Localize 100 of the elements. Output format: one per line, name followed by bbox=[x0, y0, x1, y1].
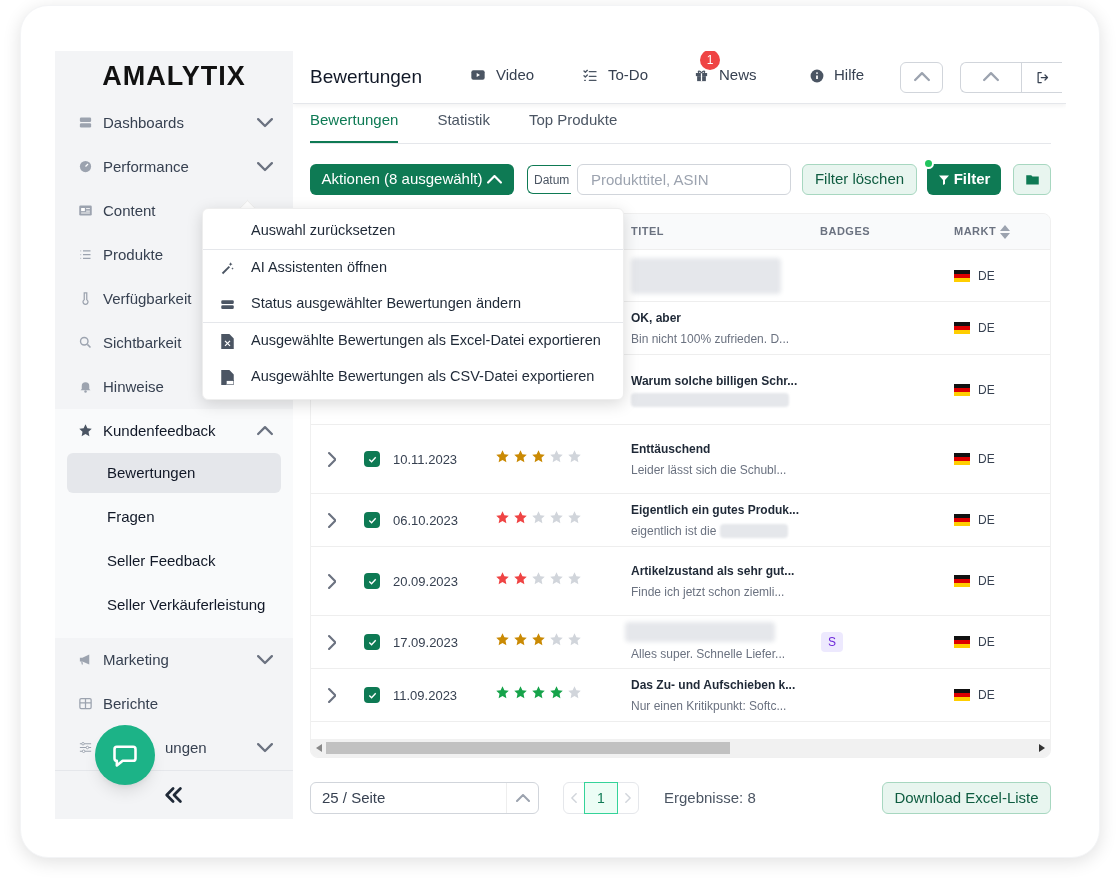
sidebar-subitem[interactable]: Fragen bbox=[67, 496, 281, 537]
sidebar-subitem[interactable]: Seller Verkäuferleistung bbox=[67, 584, 281, 625]
expand-icon bbox=[327, 573, 337, 589]
chevron-icon bbox=[983, 72, 999, 82]
sidebar-item[interactable]: Dashboards bbox=[55, 100, 293, 145]
horizontal-scrollbar[interactable] bbox=[311, 739, 1050, 757]
star-icon bbox=[78, 423, 93, 439]
id-card-icon bbox=[78, 203, 93, 219]
market-cell-text: DE bbox=[978, 687, 995, 704]
nav-link[interactable]: To-Do bbox=[582, 63, 648, 87]
table-row[interactable]: 17.09.2023 Alles super. Schnelle Liefer... S DE bbox=[311, 616, 1050, 669]
column-header: MARKT bbox=[954, 224, 997, 240]
row-checkbox[interactable] bbox=[364, 634, 380, 650]
expand-icon bbox=[327, 512, 337, 528]
sidebar-item[interactable]: Marketing bbox=[55, 637, 293, 682]
previous-icon bbox=[571, 793, 577, 803]
expand-icon bbox=[327, 634, 337, 650]
next-icon bbox=[625, 793, 631, 803]
germany-flag-icon bbox=[954, 383, 970, 396]
market-cell-text: DE bbox=[978, 573, 995, 590]
germany-flag-icon bbox=[954, 575, 970, 587]
folder-icon bbox=[1024, 172, 1040, 187]
nav-link[interactable]: Hilfe bbox=[810, 64, 864, 87]
review-title: Eigentlich ein gutes Produk... bbox=[631, 501, 801, 519]
review-snippet: Nur einen Kritikpunkt: Softc... bbox=[631, 697, 787, 715]
market-cell-text: DE bbox=[978, 381, 995, 399]
sidebar-item[interactable]: Berichte bbox=[55, 681, 293, 726]
tab[interactable]: Statistik bbox=[437, 108, 490, 143]
csv-file-icon bbox=[221, 369, 234, 385]
market-cell-text: DE bbox=[978, 320, 995, 337]
review-title: Artikelzustand als sehr gut... bbox=[631, 562, 796, 580]
germany-flag-icon bbox=[954, 269, 970, 282]
germany-flag-icon bbox=[954, 514, 970, 526]
date-cell: 11.09.2023 bbox=[393, 688, 458, 703]
sidebar-item[interactable]: ungen bbox=[55, 725, 293, 770]
scroll-left-icon[interactable] bbox=[316, 744, 322, 752]
table-row[interactable]: 20.09.2023 Artikelzustand als sehr gut... Finde ich jetzt schon ziemli... DE bbox=[311, 547, 1050, 616]
chevron-icon bbox=[913, 72, 930, 82]
row-checkbox[interactable] bbox=[364, 687, 380, 703]
expand-icon bbox=[327, 687, 337, 703]
results-count: Ergebnisse: 8 bbox=[664, 787, 756, 808]
row-checkbox[interactable] bbox=[364, 573, 380, 589]
download-button[interactable]: Download Excel-Liste bbox=[882, 782, 1051, 814]
chevron-icon bbox=[515, 794, 530, 802]
germany-flag-icon bbox=[954, 322, 970, 334]
scrollbar-thumb[interactable] bbox=[326, 742, 730, 754]
logo: AMALYTIX bbox=[102, 59, 246, 93]
scroll-right-icon[interactable] bbox=[1039, 744, 1045, 752]
sidebar-subitem[interactable]: Bewertungen bbox=[67, 452, 281, 493]
germany-flag-icon bbox=[954, 689, 970, 701]
bell-icon bbox=[78, 379, 93, 395]
sidebar-subitem[interactable]: Seller Feedback bbox=[67, 540, 281, 581]
review-snippet: Finde ich jetzt schon ziemli... bbox=[631, 583, 785, 601]
column-header: TITEL bbox=[631, 224, 665, 240]
logout-icon bbox=[1034, 69, 1050, 85]
date-field[interactable]: Datum bbox=[527, 165, 571, 194]
column-header: BADGES bbox=[820, 224, 871, 240]
clear-filter-button[interactable]: Filter löschen bbox=[802, 164, 917, 195]
search-field[interactable]: Produkttitel, ASIN bbox=[577, 164, 791, 195]
table-row[interactable]: 06.10.2023 Eigentlich ein gutes Produk... eigentlich ist die DE bbox=[311, 494, 1050, 547]
market-cell-text: DE bbox=[978, 634, 995, 651]
page-button[interactable]: 1 bbox=[584, 782, 618, 814]
expand-icon bbox=[327, 451, 337, 467]
checklist-icon bbox=[582, 67, 598, 84]
page-size-select[interactable]: 25 / Seite bbox=[310, 782, 539, 814]
search-icon bbox=[78, 335, 93, 351]
market-cell-text: DE bbox=[978, 512, 995, 529]
date-cell: 17.09.2023 bbox=[393, 635, 459, 650]
row-checkbox[interactable] bbox=[364, 451, 380, 467]
review-snippet: Alles super. Schnelle Liefer... bbox=[631, 645, 786, 663]
tab[interactable]: Top Produkte bbox=[528, 108, 618, 143]
folder-button[interactable] bbox=[1013, 164, 1051, 195]
sliders-icon bbox=[78, 740, 93, 756]
market-cell-text: DE bbox=[978, 267, 995, 285]
review-snippet: eigentlich ist die bbox=[631, 522, 717, 540]
germany-flag-icon bbox=[954, 636, 970, 648]
magic-wand-icon bbox=[220, 260, 235, 276]
date-cell: 20.09.2023 bbox=[393, 574, 459, 589]
tab[interactable]: Bewertungen bbox=[310, 108, 399, 143]
sidebar-item[interactable]: Kundenfeedback bbox=[55, 408, 293, 453]
row-checkbox[interactable] bbox=[364, 512, 380, 528]
date-cell: 06.10.2023 bbox=[393, 513, 459, 528]
review-title: Enttäuschend bbox=[631, 440, 712, 458]
menu-item[interactable]: Auswahl zurücksetzen bbox=[203, 213, 623, 249]
page-title: Bewertungen bbox=[310, 64, 423, 89]
chat-button[interactable] bbox=[95, 725, 155, 785]
excel-file-icon bbox=[221, 333, 234, 349]
actions-button[interactable]: Aktionen (8 ausgewählt) bbox=[310, 164, 514, 195]
table-row[interactable]: 11.09.2023 Das Zu- und Aufschieben k... Nur einen Kritikpunkt: Softc... DE bbox=[311, 669, 1050, 722]
date-cell: 10.11.2023 bbox=[393, 452, 458, 467]
notification-badge: 1 bbox=[700, 51, 720, 71]
review-snippet: Bin nicht 100% zufrieden. D... bbox=[631, 330, 790, 348]
gauge-icon bbox=[78, 159, 93, 175]
sidebar-item[interactable]: Performance bbox=[55, 144, 293, 189]
market-cell-text: DE bbox=[978, 451, 995, 468]
chevron-icon bbox=[487, 175, 503, 184]
table-icon bbox=[78, 696, 93, 712]
table-row[interactable]: 10.11.2023 Enttäuschend Leider lässt sich die Schubl... DE bbox=[311, 425, 1050, 494]
review-title: OK, aber bbox=[631, 309, 682, 327]
nav-link[interactable]: Video bbox=[470, 63, 535, 87]
